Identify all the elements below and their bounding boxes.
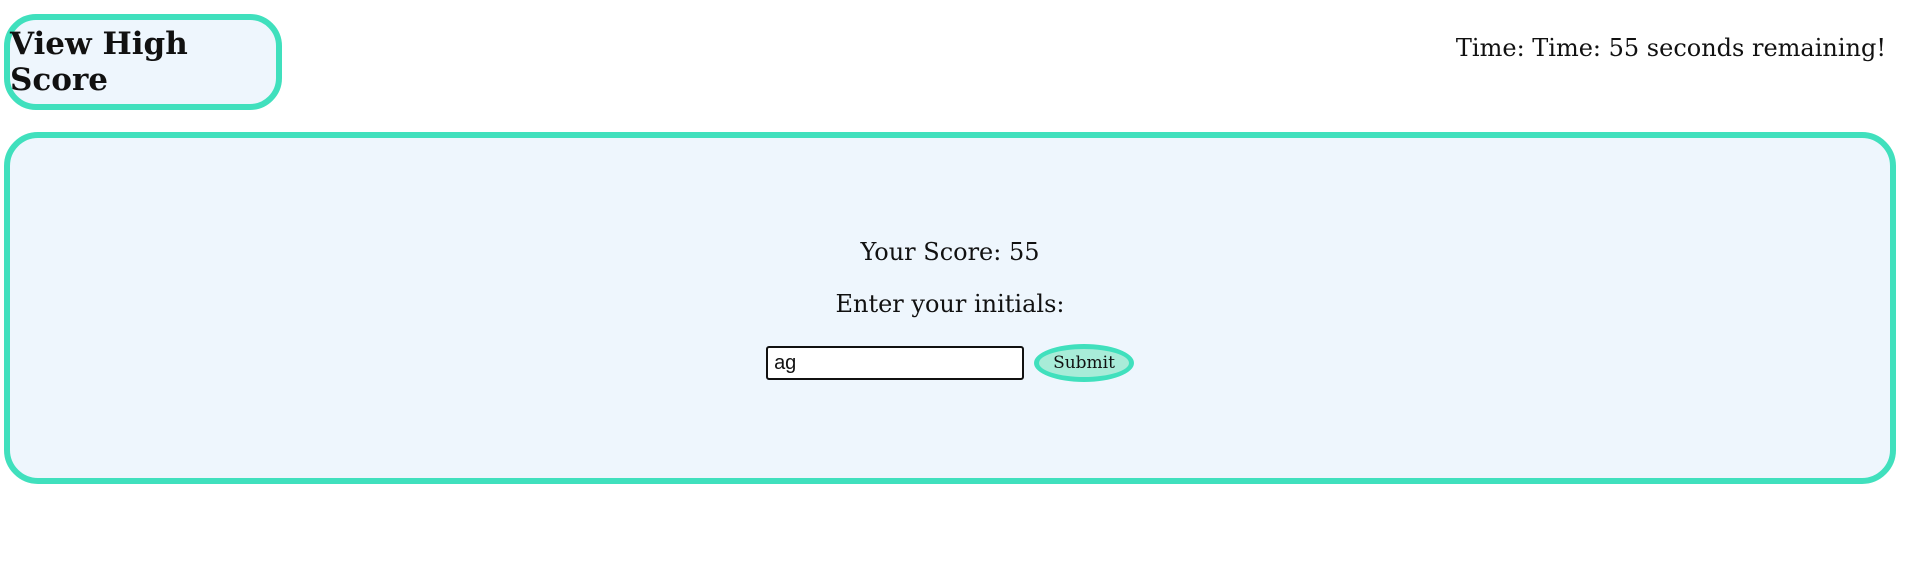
view-high-score-button[interactable]: View High Score	[4, 14, 282, 110]
initials-form: Submit	[10, 344, 1890, 382]
timer-text: Time: Time: 55 seconds remaining!	[1455, 34, 1886, 62]
submit-button[interactable]: Submit	[1034, 344, 1134, 382]
final-score-text: Your Score: 55	[860, 238, 1040, 266]
initials-prompt: Enter your initials:	[835, 290, 1065, 318]
initials-input[interactable]	[766, 346, 1025, 380]
score-card: Your Score: 55 Enter your initials: Subm…	[4, 132, 1896, 484]
quiz-page: View High Score Time: Time: 55 seconds r…	[0, 0, 1918, 585]
